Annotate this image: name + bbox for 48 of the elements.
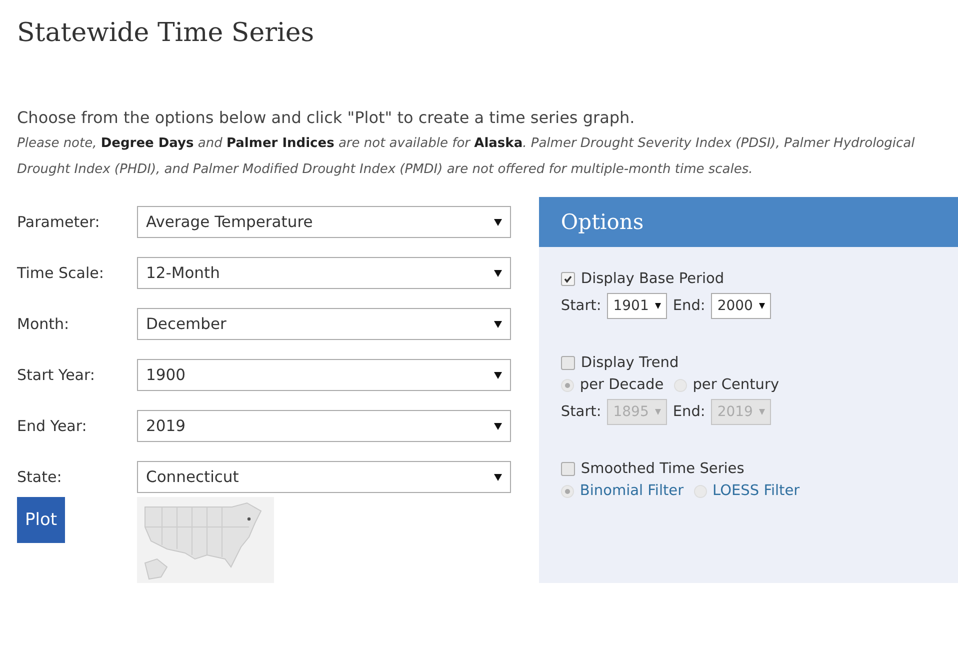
radio-button[interactable] <box>674 378 687 392</box>
intro-text: Choose from the options below and click "Plot" to create a time series graph. <box>17 108 636 127</box>
plot-button[interactable]: Plot <box>17 497 65 543</box>
year-dropdown[interactable]: 2000 <box>711 293 771 319</box>
radio-button[interactable] <box>560 484 574 498</box>
checkbox[interactable] <box>560 272 575 286</box>
checkbox-label[interactable]: Display Base Period <box>580 271 724 287</box>
field-label: State: <box>17 468 63 486</box>
caret-icon <box>758 303 765 309</box>
note-text: Please note, Degree Days and Palmer Indices are not available for Alaska. Palmer Drought Severity Index (PDSI), Palmer Hydrological Drought Index (PHDI), and Palmer Modified Drought Index (PMDI) are not offered for multiple-month time scales. <box>17 135 916 179</box>
field-label: Start Year: <box>17 366 96 384</box>
radio-label[interactable]: per Century <box>692 377 780 393</box>
checkbox-label[interactable]: Smoothed Time Series <box>580 461 744 477</box>
dropdown[interactable]: 2019 <box>137 410 511 442</box>
select-label: Start: <box>560 298 602 314</box>
year-dropdown[interactable]: 1901 <box>607 293 667 319</box>
dropdown[interactable]: December <box>137 308 511 340</box>
dropdown[interactable]: 1900 <box>137 359 511 391</box>
dropdown[interactable]: 12-Month <box>137 257 511 289</box>
radio-label[interactable]: Binomial Filter <box>580 483 684 499</box>
caret-icon <box>494 320 502 328</box>
field-label: Parameter: <box>17 213 101 231</box>
caret-icon <box>494 372 502 378</box>
checkbox[interactable] <box>560 462 575 476</box>
radio-label[interactable]: LOESS Filter <box>712 483 800 499</box>
checkbox[interactable] <box>560 356 575 370</box>
caret-icon <box>758 409 765 415</box>
select-label: End: <box>672 298 706 314</box>
checkbox-label[interactable]: Display Trend <box>580 355 679 371</box>
radio-button[interactable] <box>694 484 707 498</box>
dropdown[interactable]: Average Temperature <box>137 206 511 238</box>
field-label: Time Scale: <box>17 264 105 282</box>
field-label: Month: <box>17 315 70 333</box>
caret-icon <box>494 474 502 480</box>
options-header: Options <box>538 197 958 247</box>
dropdown[interactable]: Connecticut <box>137 461 511 493</box>
radio-label[interactable]: per Decade <box>580 377 664 393</box>
caret-icon <box>494 270 502 276</box>
select-label: Start: <box>560 404 602 420</box>
caret-icon <box>494 218 502 226</box>
caret-icon <box>654 303 661 309</box>
select-label: End: <box>672 404 706 420</box>
caret-icon <box>654 409 661 415</box>
caret-icon <box>494 422 502 430</box>
page-title: Statewide Time Series <box>17 18 316 48</box>
checkmark-icon <box>562 274 573 284</box>
field-label: End Year: <box>17 417 88 435</box>
radio-button[interactable] <box>560 378 574 392</box>
